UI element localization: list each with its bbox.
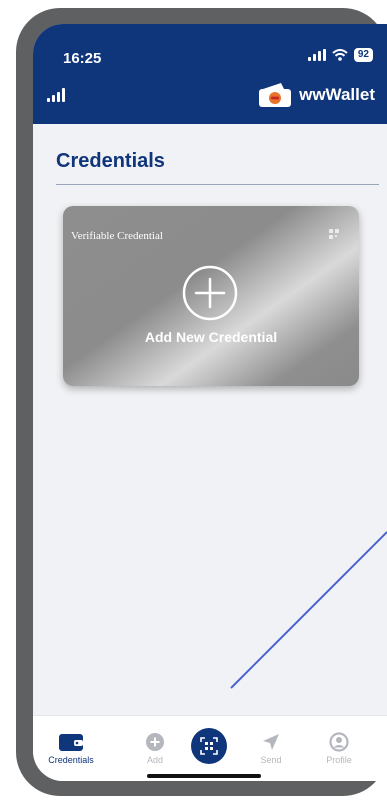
signal-bars-icon	[47, 88, 65, 102]
status-indicators: 92	[307, 48, 373, 62]
add-circle-icon	[182, 265, 238, 321]
wallet-logo-icon	[259, 83, 292, 107]
send-icon	[263, 734, 279, 750]
nav-profile[interactable]: Profile	[319, 716, 359, 776]
app-brand: wwWallet	[257, 82, 375, 108]
plus-circle-icon	[146, 733, 164, 751]
status-time: 16:25	[63, 50, 102, 67]
top-bar: 16:25 92 wwWallet	[33, 24, 387, 124]
add-new-credential-card[interactable]: Verifiable Credential Add New Credential	[63, 206, 359, 386]
page-title: Credentials	[56, 150, 165, 172]
qr-scan-icon	[200, 737, 218, 755]
nav-send[interactable]: Send	[253, 716, 289, 776]
battery-indicator: 92	[353, 48, 373, 62]
nav-label-add: Add	[146, 755, 163, 765]
nav-label-credentials: Credentials	[48, 755, 94, 765]
home-indicator	[147, 774, 261, 778]
nav-add[interactable]: Add	[137, 716, 173, 776]
phone-screen: 16:25 92 wwWallet Credentials Verifiable…	[33, 24, 387, 781]
nav-credentials[interactable]: Credentials	[43, 716, 99, 776]
app-name: wwWallet	[299, 85, 375, 104]
title-divider	[56, 184, 379, 185]
nav-label-profile: Profile	[326, 755, 352, 765]
bottom-navigation: Credentials Add Send Profile	[33, 715, 387, 781]
card-label: Verifiable Credential	[71, 230, 163, 242]
qr-scan-button[interactable]	[191, 728, 227, 764]
add-new-credential-label: Add New Credential	[144, 329, 278, 345]
nav-label-send: Send	[260, 755, 282, 765]
qr-code-icon	[329, 229, 339, 239]
cellular-signal-icon	[307, 49, 326, 61]
profile-icon	[329, 732, 349, 752]
wallet-icon	[59, 734, 83, 751]
wifi-icon	[332, 49, 348, 61]
